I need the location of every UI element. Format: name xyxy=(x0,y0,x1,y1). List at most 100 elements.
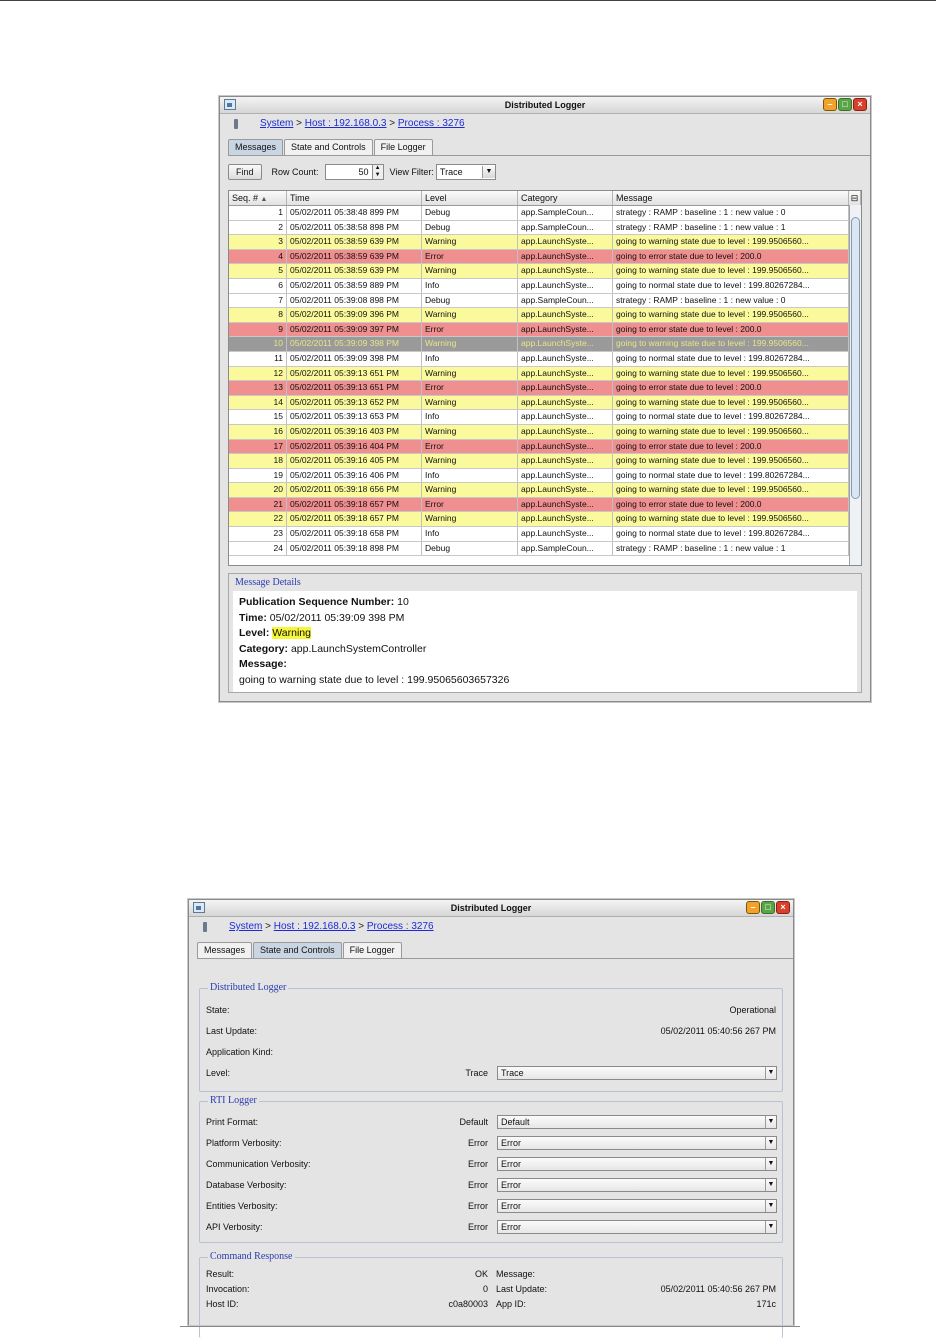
breadcrumb-host[interactable]: Host : 192.168.0.3 xyxy=(274,921,356,932)
tab-state-and-controls[interactable]: State and Controls xyxy=(284,139,373,155)
table-row[interactable]: 20 05/02/2011 05:39:18 656 PM Warning app.L… xyxy=(229,483,861,498)
cell-category: app.LaunchSyste... xyxy=(518,468,613,483)
chevron-down-icon[interactable]: ▼ xyxy=(765,1137,776,1149)
chevron-down-icon[interactable]: ▼ xyxy=(765,1200,776,1212)
level-value: Warning xyxy=(272,627,311,639)
breadcrumb-system[interactable]: System xyxy=(260,118,293,129)
cell-level: Warning xyxy=(422,235,518,249)
cell-time: 05/02/2011 05:39:13 651 PM xyxy=(287,381,422,395)
close-icon[interactable]: × xyxy=(853,98,867,111)
col-time-header[interactable]: Time xyxy=(287,191,422,205)
table-row[interactable]: 10 05/02/2011 05:39:09 398 PM Warning app.L… xyxy=(229,337,861,352)
close-icon[interactable]: × xyxy=(776,901,790,914)
row-count-input[interactable]: 50 xyxy=(324,164,373,180)
tab-messages[interactable]: Messages xyxy=(197,942,253,958)
rti-setting-select[interactable]: Error ▼ xyxy=(497,1178,777,1192)
table-row[interactable]: 16 05/02/2011 05:39:16 403 PM Warning app.L… xyxy=(229,424,861,440)
title-bar[interactable]: Distributed Logger – □ × xyxy=(189,900,793,917)
table-row[interactable]: 3 05/02/2011 05:38:59 639 PM Warning app.La… xyxy=(229,235,861,250)
tab-messages[interactable]: Messages xyxy=(228,139,284,155)
pin-icon[interactable] xyxy=(203,922,207,932)
minimize-icon[interactable]: – xyxy=(823,98,837,111)
table-row[interactable]: 2 05/02/2011 05:38:58 898 PM Debug app.Samp… xyxy=(229,220,861,236)
cell-message: strategy : RAMP : baseline : 1 : new val… xyxy=(613,293,849,308)
chevron-down-icon[interactable]: ▼ xyxy=(765,1158,776,1170)
table-row[interactable]: 14 05/02/2011 05:39:13 652 PM Warning app.L… xyxy=(229,395,861,411)
rti-setting-select[interactable]: Error ▼ xyxy=(497,1220,777,1234)
col-seq-header[interactable]: Seq. # ▲ xyxy=(229,191,287,205)
row-count-spinner[interactable]: 50 ▲ ▼ xyxy=(324,164,384,180)
maximize-icon[interactable]: □ xyxy=(838,98,852,111)
col-category-header[interactable]: Category xyxy=(518,191,613,205)
cell-category: app.SampleCoun... xyxy=(518,220,613,235)
breadcrumb-process[interactable]: Process : 3276 xyxy=(398,118,465,129)
table-row[interactable]: 15 05/02/2011 05:39:13 653 PM Info app.Laun… xyxy=(229,410,861,425)
table-row[interactable]: 12 05/02/2011 05:39:13 651 PM Warning app.L… xyxy=(229,366,861,382)
distributed-logger-group: Distributed Logger State: Operational La… xyxy=(199,982,783,1092)
cell-time: 05/02/2011 05:39:18 898 PM xyxy=(287,541,422,556)
table-row[interactable]: 24 05/02/2011 05:39:18 898 PM Debug app.Sam… xyxy=(229,541,861,557)
col-message-header[interactable]: Message xyxy=(613,191,849,205)
table-row[interactable]: 22 05/02/2011 05:39:18 657 PM Warning app.L… xyxy=(229,512,861,528)
table-row[interactable]: 17 05/02/2011 05:39:16 404 PM Error app.Lau… xyxy=(229,439,861,455)
message-details-body: Publication Sequence Number: 10 Time: 05… xyxy=(233,591,857,692)
rti-setting-select[interactable]: Error ▼ xyxy=(497,1136,777,1150)
cell-category: app.LaunchSyste... xyxy=(518,527,613,541)
breadcrumb-host[interactable]: Host : 192.168.0.3 xyxy=(305,118,387,129)
cell-level: Debug xyxy=(422,220,518,235)
table-row[interactable]: 5 05/02/2011 05:38:59 639 PM Warning app.La… xyxy=(229,264,861,279)
chevron-down-icon[interactable]: ▼ xyxy=(765,1067,776,1079)
pin-icon[interactable] xyxy=(234,119,238,129)
table-row[interactable]: 8 05/02/2011 05:39:09 396 PM Warning app.La… xyxy=(229,308,861,323)
column-chooser-icon[interactable]: ⊟ xyxy=(849,191,861,205)
chevron-down-icon[interactable]: ▼ xyxy=(481,166,495,178)
chevron-down-icon[interactable]: ▼ xyxy=(765,1221,776,1233)
table-row[interactable]: 13 05/02/2011 05:39:13 651 PM Error app.Lau… xyxy=(229,381,861,396)
logger-window-messages: Distributed Logger – □ × System > Host :… xyxy=(219,96,871,702)
rti-setting-select[interactable]: Error ▼ xyxy=(497,1199,777,1213)
tab-file-logger[interactable]: File Logger xyxy=(373,139,433,155)
table-row[interactable]: 9 05/02/2011 05:39:09 397 PM Error app.Laun… xyxy=(229,322,861,338)
vertical-scrollbar[interactable] xyxy=(849,205,861,565)
time-label: Time: xyxy=(239,611,267,624)
cell-category: app.LaunchSyste... xyxy=(518,424,613,439)
cell-category: app.LaunchSyste... xyxy=(518,337,613,351)
table-row[interactable]: 21 05/02/2011 05:39:18 657 PM Error app.Lau… xyxy=(229,497,861,513)
spinner-arrows-icon[interactable]: ▲ ▼ xyxy=(372,164,384,180)
view-filter-select[interactable]: Trace ▼ xyxy=(435,164,496,180)
chevron-down-icon[interactable]: ▼ xyxy=(765,1179,776,1191)
table-row[interactable]: 7 05/02/2011 05:39:08 898 PM Debug app.Samp… xyxy=(229,293,861,309)
table-row[interactable]: 4 05/02/2011 05:38:59 639 PM Error app.Laun… xyxy=(229,249,861,265)
scroll-thumb[interactable] xyxy=(851,217,860,499)
app-icon xyxy=(224,99,236,110)
table-row[interactable]: 11 05/02/2011 05:39:09 398 PM Info app.Laun… xyxy=(229,351,861,367)
rti-logger-group: RTI Logger Print Format: Default Default ▼ P… xyxy=(199,1095,783,1243)
level-select[interactable]: Trace ▼ xyxy=(497,1066,777,1080)
title-bar[interactable]: Distributed Logger – □ × xyxy=(220,97,870,114)
col-level-header[interactable]: Level xyxy=(422,191,518,205)
table-row[interactable]: 6 05/02/2011 05:38:59 889 PM Info app.Launc… xyxy=(229,278,861,294)
rti-setting-select[interactable]: Default ▼ xyxy=(497,1115,777,1129)
table-row[interactable]: 19 05/02/2011 05:39:16 406 PM Info app.Laun… xyxy=(229,468,861,484)
maximize-icon[interactable]: □ xyxy=(761,901,775,914)
table-row[interactable]: 1 05/02/2011 05:38:48 899 PM Debug app.Samp… xyxy=(229,206,861,221)
rti-setting-select[interactable]: Error ▼ xyxy=(497,1157,777,1171)
tab-file-logger[interactable]: File Logger xyxy=(342,942,402,958)
chevron-down-icon[interactable]: ▼ xyxy=(765,1116,776,1128)
tab-state-and-controls[interactable]: State and Controls xyxy=(253,942,342,958)
table-row[interactable]: 23 05/02/2011 05:39:18 658 PM Info app.Laun… xyxy=(229,527,861,542)
cell-message: strategy : RAMP : baseline : 1 : new val… xyxy=(613,220,849,235)
breadcrumb-system[interactable]: System xyxy=(229,921,262,932)
invocation-label: Invocation: xyxy=(206,1284,250,1294)
result-value: OK xyxy=(474,1269,488,1279)
cell-time: 05/02/2011 05:39:18 656 PM xyxy=(287,483,422,497)
cell-level: Debug xyxy=(422,206,518,220)
breadcrumb-process[interactable]: Process : 3276 xyxy=(367,921,434,932)
breadcrumb-separator: > xyxy=(358,921,365,932)
minimize-icon[interactable]: – xyxy=(746,901,760,914)
page-top-rule xyxy=(0,0,936,1)
cell-category: app.SampleCoun... xyxy=(518,541,613,556)
find-button[interactable]: Find xyxy=(228,164,262,180)
state-value: Operational xyxy=(729,1005,776,1015)
table-row[interactable]: 18 05/02/2011 05:39:16 405 PM Warning app.L… xyxy=(229,454,861,469)
